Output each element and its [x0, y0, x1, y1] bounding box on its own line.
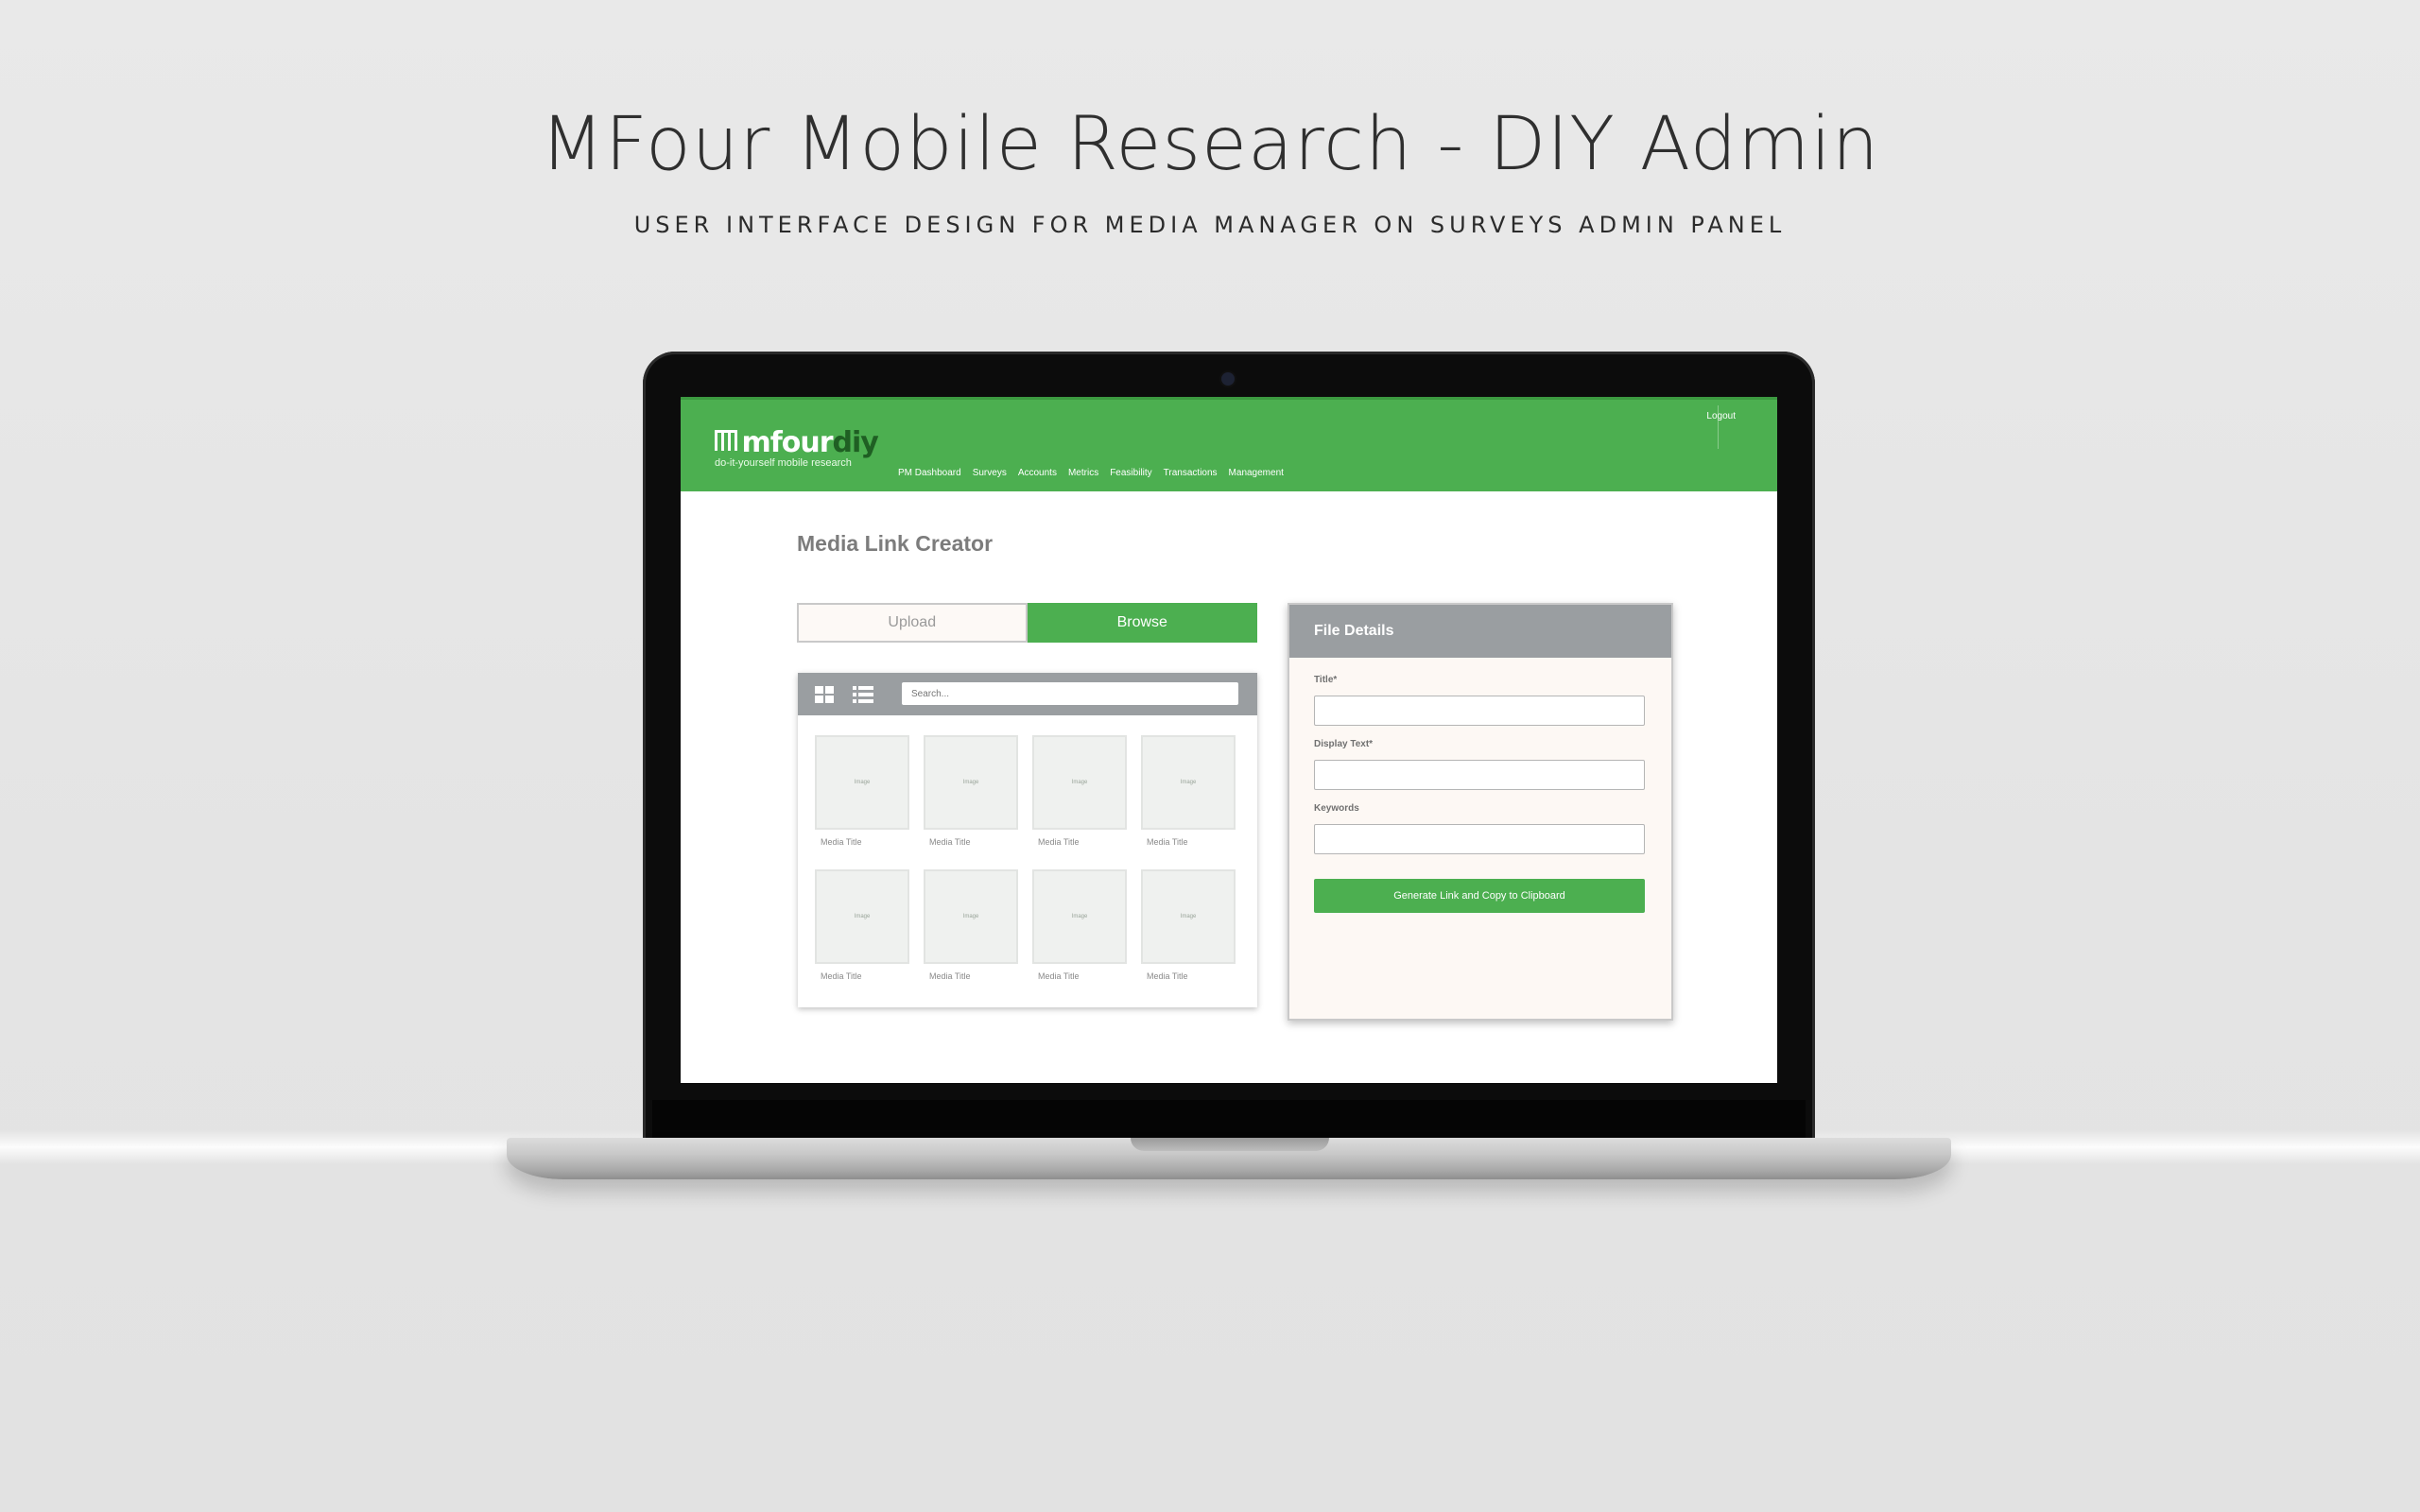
media-item[interactable]: Image Media Title: [1032, 735, 1127, 847]
nav-item-metrics[interactable]: Metrics: [1068, 468, 1098, 478]
app-header: mfourdiy do-it-yourself mobile research …: [681, 397, 1777, 491]
logout-link[interactable]: Logout: [1706, 411, 1736, 421]
media-title: Media Title: [821, 837, 862, 847]
main-nav: PM Dashboard Surveys Accounts Metrics Fe…: [898, 468, 1284, 478]
nav-item-feasibility[interactable]: Feasibility: [1110, 468, 1151, 478]
media-item[interactable]: Image Media Title: [1032, 869, 1127, 981]
media-browser: Image Media Title Image Media Title Image M…: [798, 673, 1257, 1007]
tab-browse[interactable]: Browse: [1027, 603, 1257, 643]
webcam-icon: [1221, 372, 1235, 386]
title-label: Title*: [1314, 675, 1338, 685]
media-item[interactable]: Image Media Title: [924, 869, 1018, 981]
browser-toolbar: [798, 673, 1257, 715]
laptop-notch: [1131, 1138, 1329, 1151]
media-title: Media Title: [1147, 971, 1188, 981]
showcase-title: MFour Mobile Research - DIY Admin: [540, 102, 1880, 187]
nav-item-accounts[interactable]: Accounts: [1018, 468, 1057, 478]
list-view-icon[interactable]: [853, 686, 873, 703]
media-thumbnail: Image: [1141, 869, 1236, 964]
media-item[interactable]: Image Media Title: [815, 735, 909, 847]
nav-item-surveys[interactable]: Surveys: [973, 468, 1007, 478]
media-thumbnail: Image: [1141, 735, 1236, 830]
logo-accent: diy: [832, 426, 879, 459]
generate-link-button[interactable]: Generate Link and Copy to Clipboard: [1314, 879, 1645, 913]
media-item[interactable]: Image Media Title: [1141, 869, 1236, 981]
keywords-label: Keywords: [1314, 803, 1359, 814]
page-title: Media Link Creator: [797, 531, 994, 556]
display-text-field[interactable]: [1314, 760, 1645, 790]
logo-gate-icon: [715, 430, 737, 451]
laptop-screen: mfourdiy do-it-yourself mobile research …: [681, 397, 1777, 1083]
keywords-field[interactable]: [1314, 824, 1645, 854]
nav-item-management[interactable]: Management: [1229, 468, 1284, 478]
logo-main: mfour: [741, 426, 833, 459]
media-item[interactable]: Image Media Title: [1141, 735, 1236, 847]
media-title: Media Title: [821, 971, 862, 981]
title-field[interactable]: [1314, 696, 1645, 726]
media-tabs: Upload Browse: [797, 603, 1257, 643]
media-thumbnail: Image: [1032, 869, 1127, 964]
media-item[interactable]: Image Media Title: [815, 869, 909, 981]
nav-item-pm-dashboard[interactable]: PM Dashboard: [898, 468, 961, 478]
nav-item-transactions[interactable]: Transactions: [1164, 468, 1218, 478]
media-title: Media Title: [1147, 837, 1188, 847]
display-text-label: Display Text*: [1314, 739, 1374, 749]
media-thumbnail: Image: [815, 735, 909, 830]
app-logo[interactable]: mfourdiy do-it-yourself mobile research: [715, 426, 879, 469]
media-search-input[interactable]: [902, 682, 1238, 705]
media-thumbnail: Image: [815, 869, 909, 964]
media-grid: Image Media Title Image Media Title Image M…: [815, 735, 1236, 981]
media-thumbnail: Image: [1032, 735, 1127, 830]
media-title: Media Title: [929, 971, 971, 981]
media-title: Media Title: [1038, 837, 1080, 847]
media-title: Media Title: [929, 837, 971, 847]
file-details-header: File Details: [1289, 605, 1671, 658]
tab-upload[interactable]: Upload: [797, 603, 1028, 643]
grid-view-icon[interactable]: [815, 686, 834, 703]
media-title: Media Title: [1038, 971, 1080, 981]
file-details-panel: File Details Title* Display Text* Keywor…: [1288, 603, 1673, 1021]
media-thumbnail: Image: [924, 735, 1018, 830]
media-item[interactable]: Image Media Title: [924, 735, 1018, 847]
showcase-subtitle: USER INTERFACE DESIGN FOR MEDIA MANAGER …: [633, 212, 1787, 238]
media-thumbnail: Image: [924, 869, 1018, 964]
laptop-bezel-bottom: [652, 1100, 1806, 1138]
